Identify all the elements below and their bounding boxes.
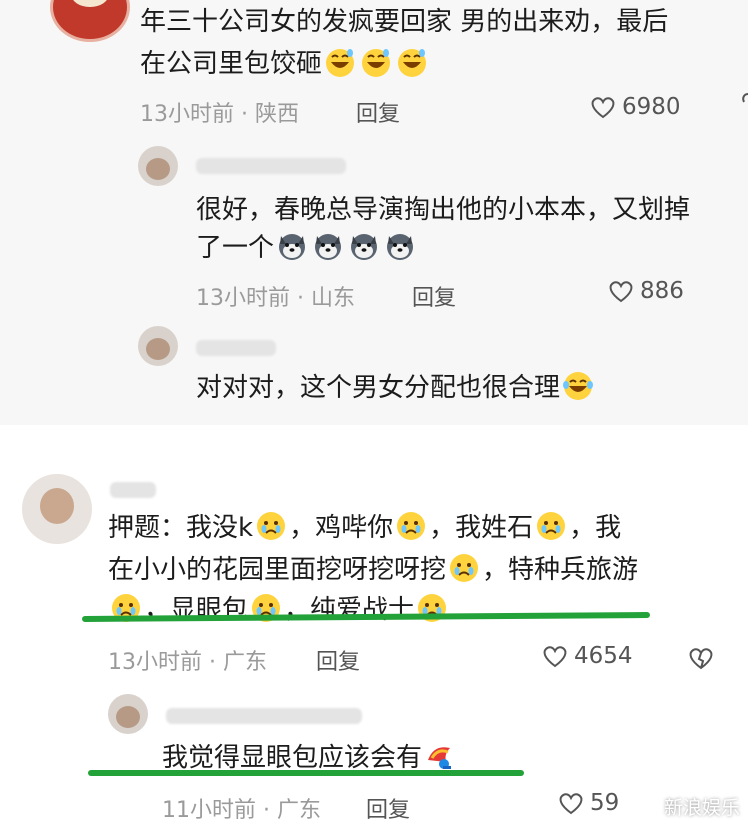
comment-meta: 13小时前 · 广东	[108, 650, 267, 675]
crying-face-emoji	[257, 512, 286, 540]
reply-button[interactable]: 回复	[316, 644, 360, 676]
avatar[interactable]	[22, 474, 92, 544]
heart-icon	[559, 793, 583, 815]
like-count: 886	[640, 278, 684, 304]
heart-icon	[591, 97, 615, 119]
laughing-sweat-emoji	[326, 49, 355, 77]
reply-button[interactable]: 回复	[356, 96, 400, 128]
comment-text-line: 在公司里包饺砸	[140, 44, 430, 84]
laughing-sweat-emoji	[362, 49, 391, 77]
reply-meta: 11小时前 · 广东	[162, 798, 321, 823]
username-blurred	[196, 340, 276, 356]
avatar[interactable]	[138, 326, 178, 366]
husky-dog-emoji	[387, 234, 414, 260]
comment-text-line: 在小小的花园里面挖呀挖呀挖 ，特种兵旅游	[108, 550, 638, 590]
comment-text-line: ，显眼包 ，纯爱战士	[108, 590, 450, 630]
crying-face-emoji	[450, 554, 479, 582]
like-count: 6980	[622, 94, 681, 120]
comment-meta: 13小时前 · 陕西	[140, 102, 299, 127]
crying-face-emoji	[537, 512, 566, 540]
weibo-logo-icon	[637, 799, 659, 816]
comment-card-1: 年三十公司女的发疯要回家 男的出来劝，最后 在公司里包饺砸 13小时前 · 陕西…	[0, 0, 748, 425]
husky-dog-emoji	[315, 234, 342, 260]
username-blurred	[166, 708, 362, 724]
avatar[interactable]	[108, 694, 148, 734]
reply-button[interactable]: 回复	[412, 280, 456, 312]
laughing-sweat-emoji	[398, 49, 427, 77]
dislike-heart-icon[interactable]	[688, 646, 714, 670]
watermark: 新浪娱乐	[637, 793, 740, 820]
reply-text-line: 很好，春晚总导演掏出他的小本本，又划掉	[196, 195, 691, 225]
username-blurred	[196, 158, 346, 174]
like-button[interactable]: 6980	[590, 94, 681, 120]
comment-text-line: 押题：我没k ，鸡哔你 ，我姓石 ，我	[108, 508, 621, 548]
avatar[interactable]	[50, 0, 130, 42]
highlight-underline	[88, 770, 524, 776]
husky-dog-emoji	[279, 234, 306, 260]
avatar[interactable]	[138, 146, 178, 186]
heart-icon	[543, 646, 567, 668]
peacock-emoji	[428, 747, 452, 769]
heart-icon	[742, 93, 748, 103]
reply-meta: 13小时前 · 山东	[196, 286, 355, 311]
reply-text-line: 对对对，这个男女分配也很合理	[196, 368, 596, 408]
husky-dog-emoji	[351, 234, 378, 260]
laughing-crying-emoji	[563, 372, 594, 400]
like-button[interactable]: 59	[558, 790, 619, 816]
username-blurred	[110, 482, 156, 498]
like-count: 59	[590, 790, 620, 816]
like-count: 4654	[574, 643, 633, 669]
crying-face-emoji	[397, 512, 426, 540]
like-button[interactable]: 4654	[542, 643, 633, 669]
heart-icon	[609, 281, 633, 303]
reply-text-line: 了一个	[196, 228, 418, 268]
comment-text-line: 年三十公司女的发疯要回家 男的出来劝，最后	[140, 7, 669, 37]
reply-button[interactable]: 回复	[366, 792, 410, 824]
like-button[interactable]: 886	[608, 278, 684, 304]
